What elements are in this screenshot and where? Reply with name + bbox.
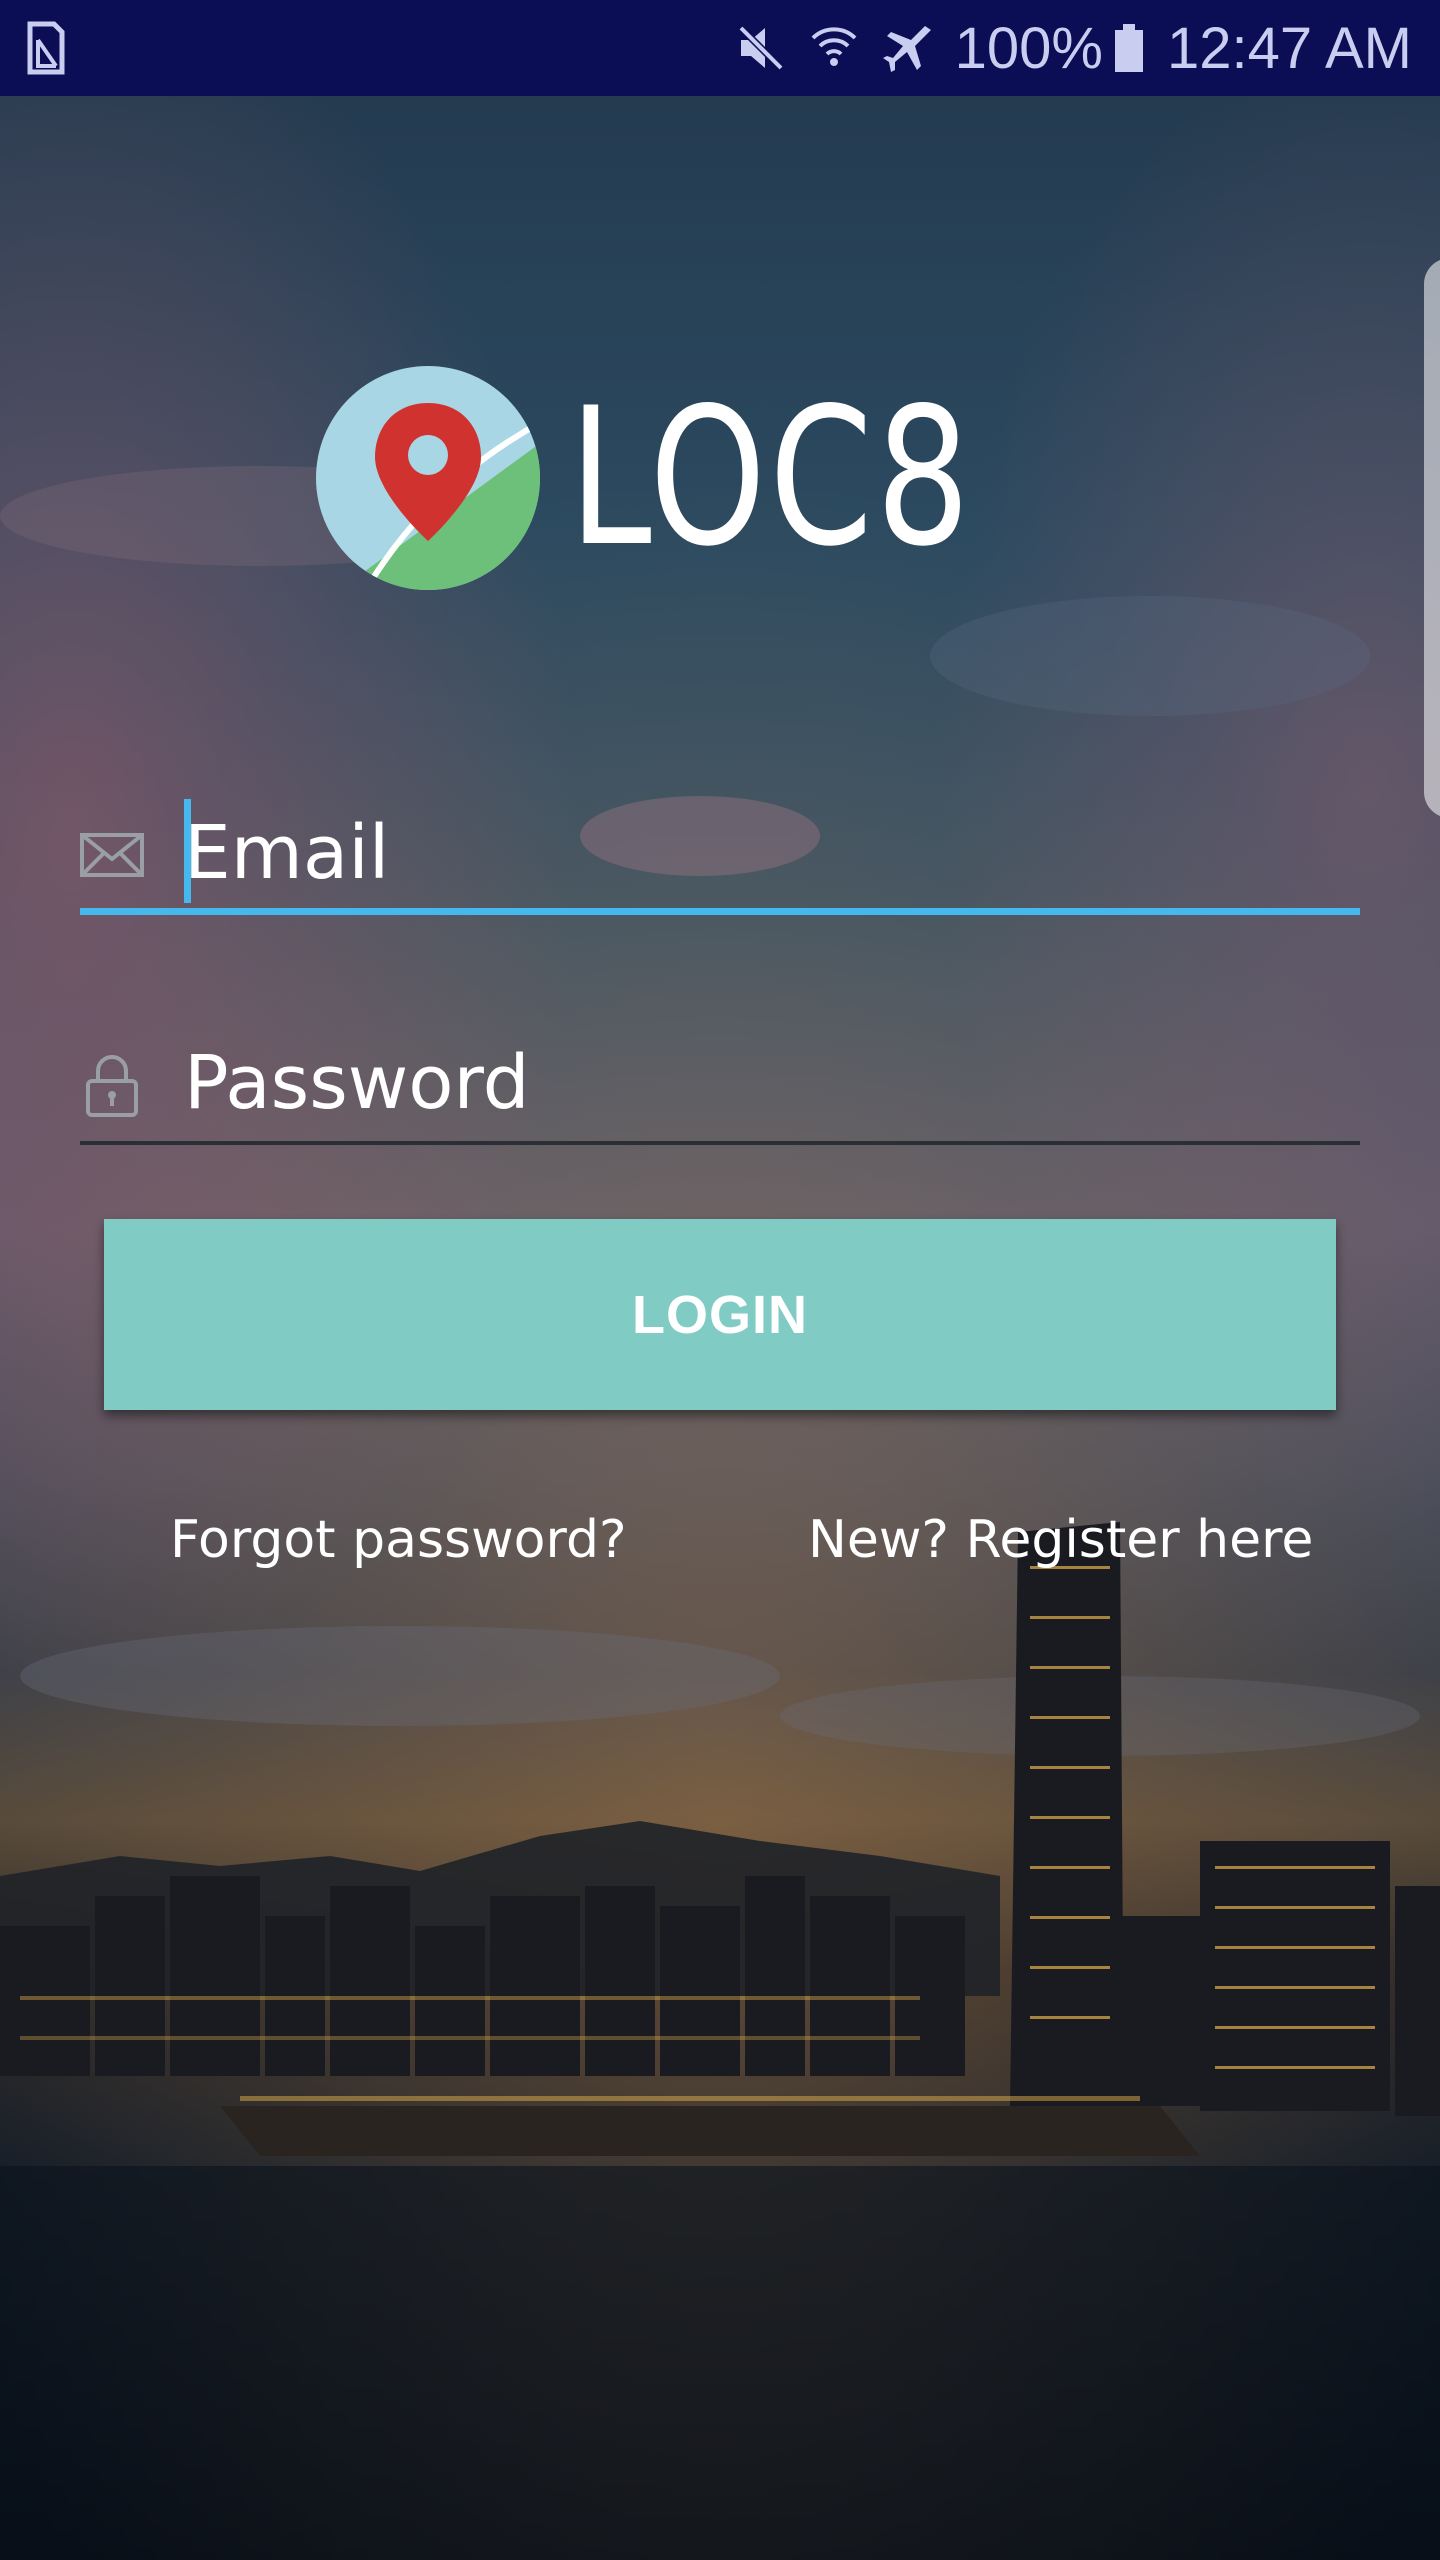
app-logo: LOC8 bbox=[315, 365, 1087, 591]
map-pin-icon bbox=[316, 366, 540, 590]
password-underline bbox=[80, 1141, 1360, 1145]
email-field[interactable]: Email bbox=[80, 795, 1360, 915]
status-indicators: 100% 12:47 AM bbox=[735, 0, 1412, 96]
login-screen: 100% 12:47 AM LOC8 Email Password LOGIN … bbox=[0, 0, 1440, 2560]
login-button[interactable]: LOGIN bbox=[104, 1219, 1336, 1410]
password-placeholder: Password bbox=[184, 1040, 530, 1126]
wifi-icon bbox=[811, 27, 856, 66]
sim-card-icon bbox=[27, 21, 65, 75]
airplane-mode-icon bbox=[882, 26, 931, 72]
clock: 12:47 AM bbox=[1166, 15, 1412, 81]
forgot-password-link[interactable]: Forgot password? bbox=[170, 1510, 627, 1570]
status-bar: 100% 12:47 AM bbox=[0, 0, 1440, 96]
register-link[interactable]: New? Register here bbox=[808, 1510, 1313, 1570]
text-cursor bbox=[184, 799, 191, 903]
mute-icon bbox=[736, 23, 786, 73]
battery-percent: 100% bbox=[954, 15, 1103, 81]
edge-panel-handle[interactable] bbox=[1424, 258, 1440, 818]
app-name: LOC8 bbox=[569, 367, 974, 588]
email-underline bbox=[80, 908, 1360, 915]
password-field[interactable]: Password bbox=[80, 1025, 1360, 1145]
battery-indicator: 100% bbox=[955, 15, 1145, 82]
battery-icon bbox=[1114, 24, 1143, 72]
email-placeholder: Email bbox=[184, 810, 390, 896]
lock-icon bbox=[86, 1055, 138, 1117]
envelope-icon bbox=[80, 833, 144, 877]
